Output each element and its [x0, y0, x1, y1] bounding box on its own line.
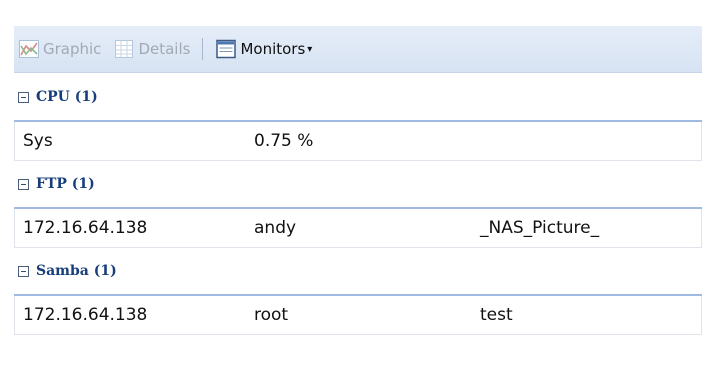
cell-col3: _NAS_Picture_	[480, 218, 600, 238]
table-icon	[113, 38, 135, 60]
monitors-label: Monitors	[240, 40, 306, 58]
group-header-samba[interactable]: Samba (1)	[14, 248, 702, 296]
details-button[interactable]: Details	[109, 35, 194, 63]
group-header-cpu[interactable]: CPU (1)	[14, 74, 702, 122]
group-title: CPU (1)	[36, 89, 98, 105]
cell-col2: root	[254, 305, 289, 325]
group-title: Samba (1)	[36, 263, 117, 279]
monitor-panel: Graphic Details Monitors ▾ CPU (1) Sys 0…	[0, 0, 727, 385]
collapse-icon[interactable]	[18, 178, 29, 190]
cell-col3: test	[480, 305, 513, 325]
group-header-ftp[interactable]: FTP (1)	[14, 161, 702, 209]
toolbar: Graphic Details Monitors ▾	[14, 26, 702, 73]
cell-col1: Sys	[23, 131, 53, 151]
monitors-menu-button[interactable]: Monitors ▾	[211, 35, 316, 63]
group-cpu: CPU (1) Sys 0.75 %	[14, 74, 702, 161]
graphic-label: Graphic	[43, 40, 102, 58]
group-title: FTP (1)	[36, 176, 95, 192]
chevron-down-icon: ▾	[307, 43, 313, 55]
details-label: Details	[138, 40, 191, 58]
cell-col2: 0.75 %	[254, 131, 314, 151]
table-row[interactable]: 172.16.64.138 andy _NAS_Picture_	[14, 209, 702, 248]
monitor-grid: CPU (1) Sys 0.75 % FTP (1) 172.16.64.138…	[14, 74, 702, 335]
graphic-button[interactable]: Graphic	[14, 35, 105, 63]
collapse-icon[interactable]	[18, 91, 29, 103]
cell-col1: 172.16.64.138	[23, 305, 148, 325]
monitor-icon	[215, 38, 237, 60]
table-row[interactable]: Sys 0.75 %	[14, 122, 702, 161]
cell-col1: 172.16.64.138	[23, 218, 148, 238]
collapse-icon[interactable]	[18, 265, 29, 277]
group-ftp: FTP (1) 172.16.64.138 andy _NAS_Picture_	[14, 161, 702, 248]
chart-icon	[18, 38, 40, 60]
group-samba: Samba (1) 172.16.64.138 root test	[14, 248, 702, 335]
cell-col2: andy	[254, 218, 297, 238]
toolbar-divider	[202, 38, 204, 60]
table-row[interactable]: 172.16.64.138 root test	[14, 296, 702, 335]
